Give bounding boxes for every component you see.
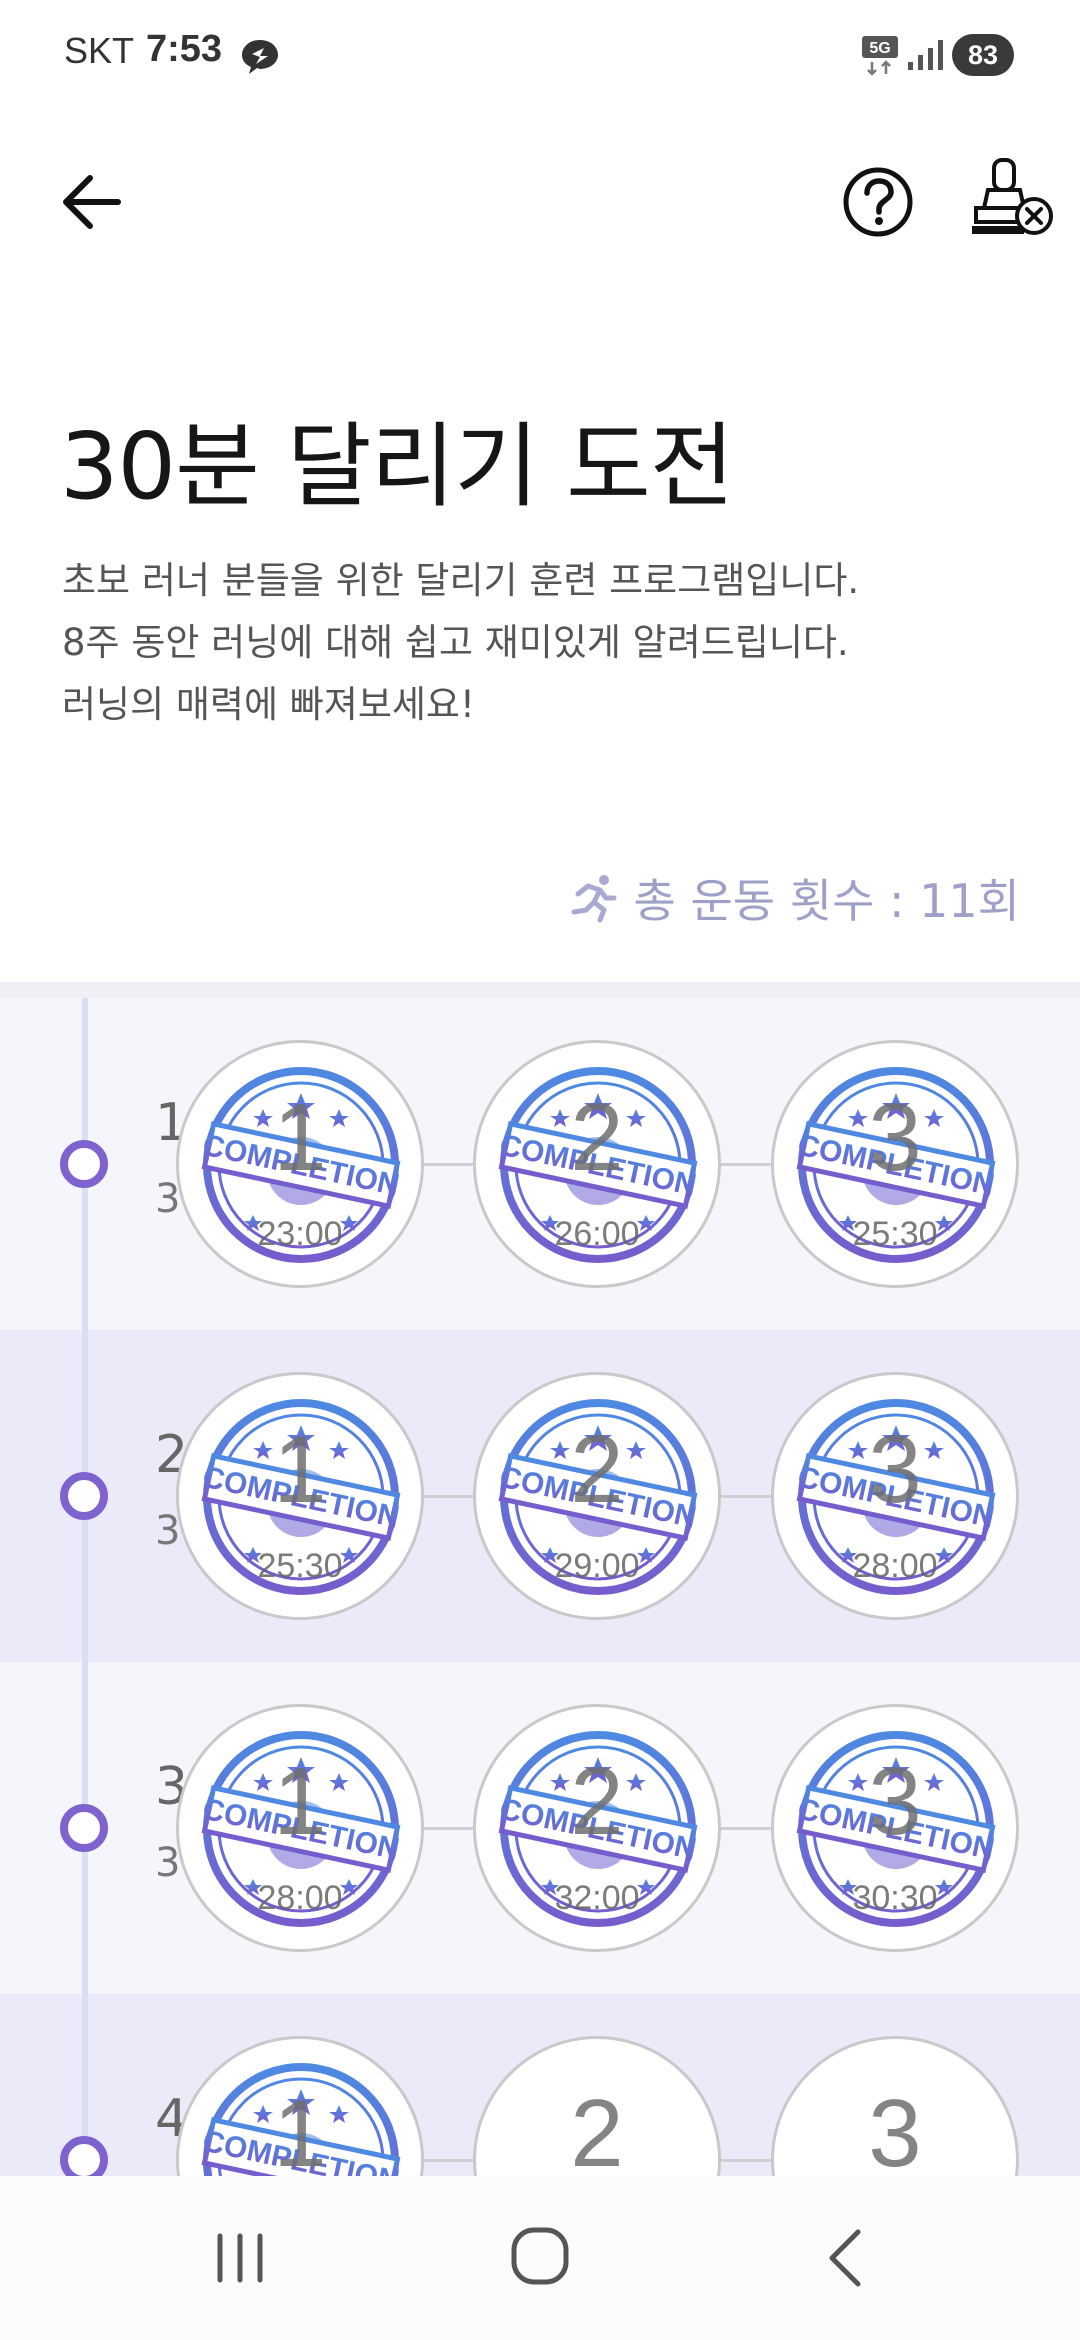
program-description: 초보 러너 분들을 위한 달리기 훈련 프로그램입니다. 8주 동안 러닝에 대… <box>62 550 1042 736</box>
session-number: 2 <box>570 1748 624 1855</box>
system-back-button[interactable] <box>820 2226 870 2290</box>
system-nav-bar <box>0 2176 1080 2340</box>
session-circle[interactable]: COMPLETION 1 25:30 <box>176 1372 424 1620</box>
session-number: 3 <box>868 1416 922 1523</box>
week-row: 1 3 COMPLETION 1 23:00 COMPLETION 2 26:00 COMPLE… <box>0 998 1080 1330</box>
session-circle[interactable]: COMPLETION 1 28:00 <box>176 1704 424 1952</box>
status-bar: SKT 7:53 5G 83 <box>0 0 1080 110</box>
status-time: 7:53 <box>146 28 223 70</box>
session-time: 30:30 <box>852 1879 938 1917</box>
timeline-dot <box>60 1140 108 1188</box>
recent-apps-button[interactable] <box>208 2228 272 2288</box>
week-row: 2 3 COMPLETION 1 25:30 COMPLETION 2 29:00 COMPLE… <box>0 1330 1080 1662</box>
session-number: 3 <box>868 1748 922 1855</box>
session-time: 28:00 <box>257 1879 343 1917</box>
description-line: 8주 동안 러닝에 대해 쉽고 재미있게 알려드립니다. <box>62 621 849 664</box>
week-list[interactable]: 1 3 COMPLETION 1 23:00 COMPLETION 2 26:00 COMPLE… <box>0 998 1080 2176</box>
timeline-dot <box>60 2136 108 2176</box>
session-circle[interactable]: COMPLETION 3 28:00 <box>771 1372 1019 1620</box>
week-row: 3 3 COMPLETION 1 28:00 COMPLETION 2 32:00 COMPLE… <box>0 1662 1080 1994</box>
session-circle[interactable]: COMPLETION 2 29:00 <box>473 1372 721 1620</box>
session-circle[interactable]: COMPLETION 2 26:00 <box>473 1040 721 1288</box>
app-bar <box>0 140 1080 260</box>
session-circle[interactable]: COMPLETION 3 30:30 <box>771 1704 1019 1952</box>
session-number: 2 <box>570 1416 624 1523</box>
home-button[interactable] <box>508 2224 572 2288</box>
talk-notification-icon <box>242 40 278 74</box>
session-time: 29:00 <box>554 1547 640 1585</box>
total-count-label: 총 운동 횟수 : 11회 <box>633 874 1020 928</box>
session-number: 1 <box>273 2080 327 2176</box>
session-number: 2 <box>570 2080 624 2176</box>
session-time: 26:00 <box>554 1215 640 1253</box>
description-line: 초보 러너 분들을 위한 달리기 훈련 프로그램입니다. <box>62 559 860 602</box>
session-circle[interactable]: COMPLETION 2 32:00 <box>473 1704 721 1952</box>
session-time: 25:30 <box>852 1215 938 1253</box>
week-row: 4 COMPLETION 1 2 3 <box>0 1994 1080 2176</box>
back-button[interactable] <box>54 162 134 242</box>
running-icon <box>571 875 617 923</box>
carrier-label: SKT <box>64 30 135 71</box>
total-workout-count: 총 운동 횟수 : 11회 <box>568 868 1020 928</box>
timeline-dot <box>60 1472 108 1520</box>
session-time: 32:00 <box>554 1879 640 1917</box>
session-number: 2 <box>570 1084 624 1191</box>
stamp-cancel-button[interactable] <box>966 154 1056 250</box>
session-number: 1 <box>273 1416 327 1523</box>
session-time: 23:00 <box>257 1215 343 1253</box>
session-number: 3 <box>868 2080 922 2176</box>
network-5g-icon: 5G <box>862 36 898 76</box>
signal-strength-icon <box>908 40 943 70</box>
session-circle[interactable]: 2 <box>473 2036 721 2176</box>
session-circle[interactable]: COMPLETION 1 <box>176 2036 424 2176</box>
session-number: 1 <box>273 1748 327 1855</box>
session-time: 28:00 <box>852 1547 938 1585</box>
session-number: 1 <box>273 1084 327 1191</box>
description-line: 러닝의 매력에 빠져보세요! <box>62 683 475 726</box>
session-circle[interactable]: 3 <box>771 2036 1019 2176</box>
page-title: 30분 달리기 도전 <box>60 413 734 520</box>
session-time: 25:30 <box>257 1547 343 1585</box>
svg-text:5G: 5G <box>869 40 890 57</box>
session-circle[interactable]: COMPLETION 1 23:00 <box>176 1040 424 1288</box>
session-circle[interactable]: COMPLETION 3 25:30 <box>771 1040 1019 1288</box>
session-number: 3 <box>868 1084 922 1191</box>
section-divider <box>0 982 1080 998</box>
timeline-dot <box>60 1804 108 1852</box>
battery-indicator: 83 <box>952 34 1014 76</box>
help-button[interactable] <box>838 162 918 242</box>
